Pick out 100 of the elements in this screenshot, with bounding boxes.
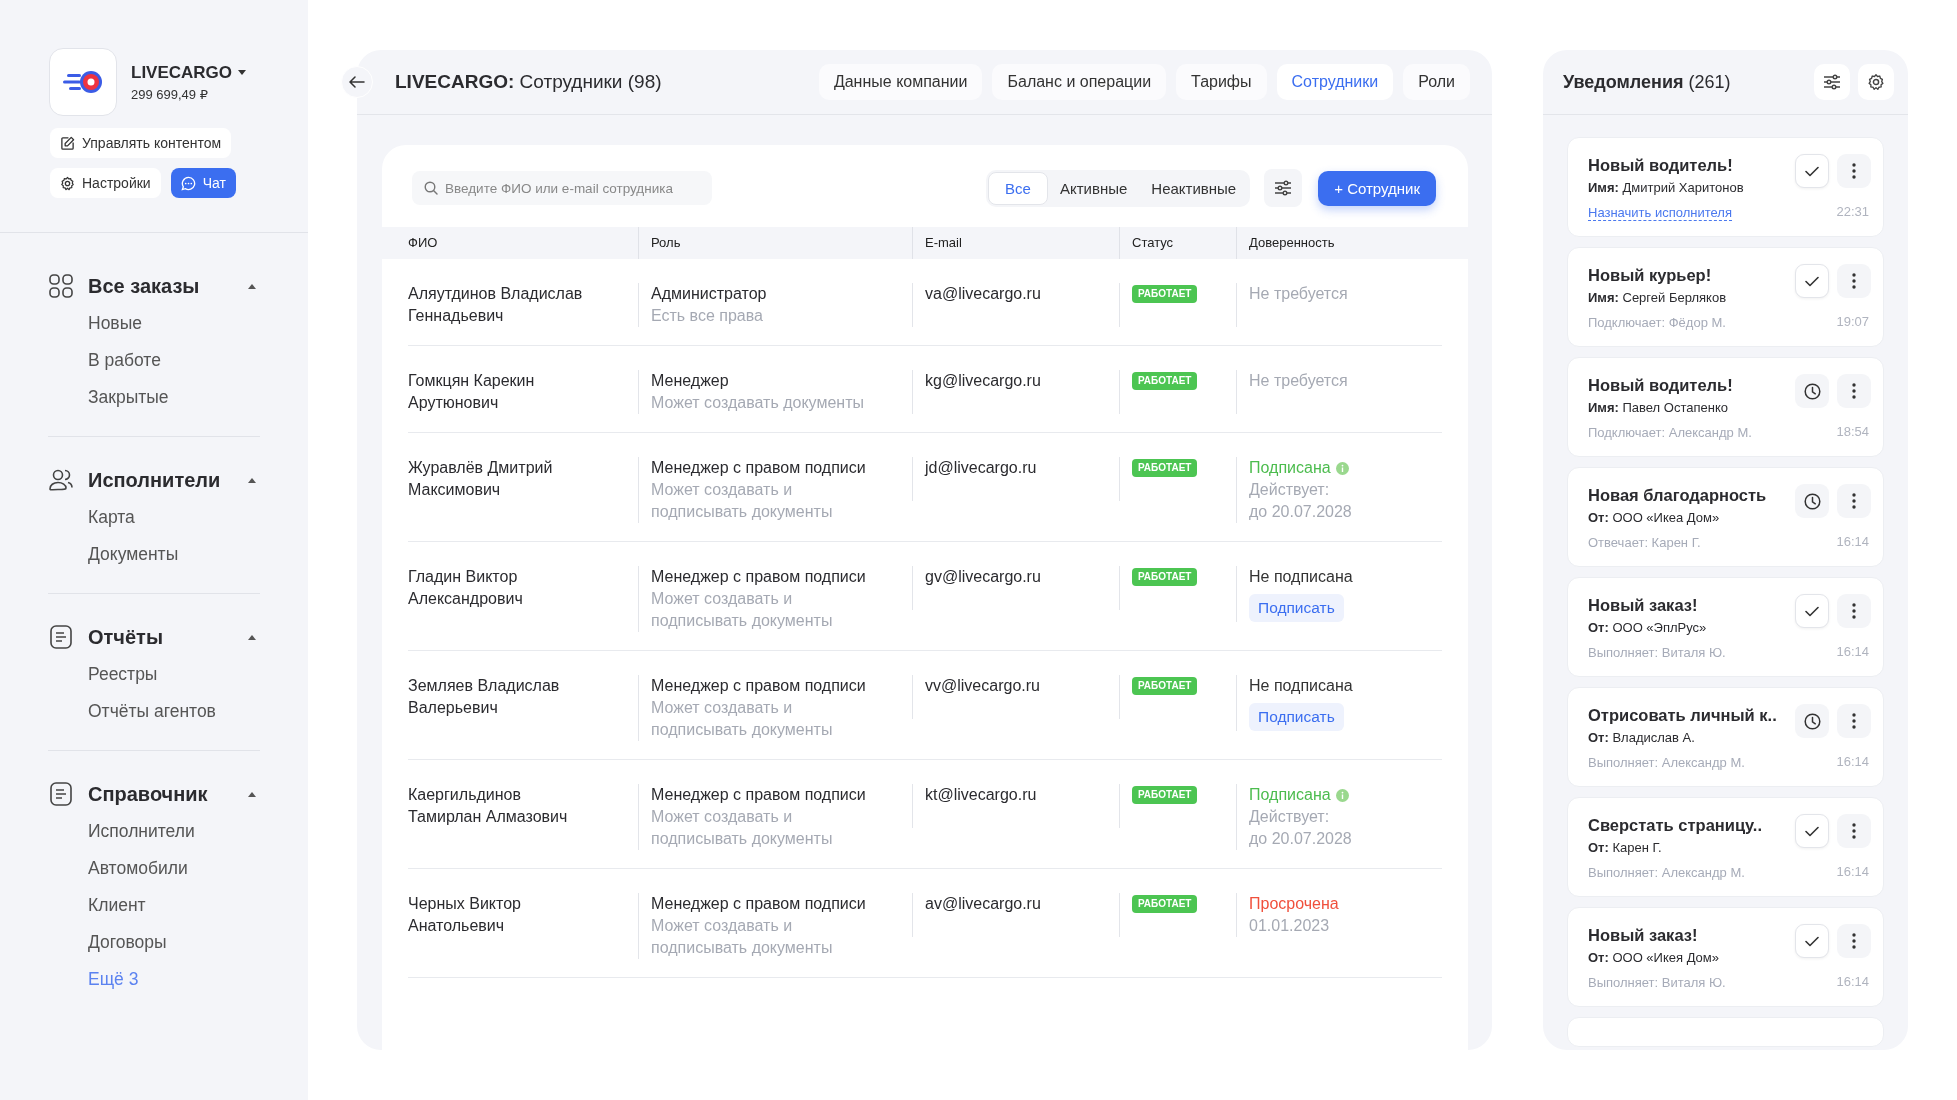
caret-icon[interactable] <box>248 477 256 483</box>
nav-group-title[interactable]: Исполнители <box>88 468 234 492</box>
sign-button[interactable]: Подписать <box>1249 703 1344 731</box>
employee-name: Черных Виктор Анатольевич <box>408 894 522 936</box>
more-icon <box>1852 383 1856 399</box>
nav-item[interactable]: Клиент <box>88 887 146 924</box>
employee-name: Земляев Владислав Валерьевич <box>408 676 561 718</box>
done-button[interactable] <box>1795 924 1829 958</box>
done-button[interactable] <box>1795 814 1829 848</box>
clock-button[interactable] <box>1795 374 1829 408</box>
tab[interactable]: Тарифы <box>1176 64 1267 100</box>
caret-icon[interactable] <box>248 283 256 289</box>
column-header[interactable]: ФИО <box>408 227 638 259</box>
tab[interactable]: Сотрудники <box>1276 64 1394 100</box>
status-badge: РАБОТАЕТ <box>1132 459 1198 477</box>
edit-content-button[interactable]: Управлять контентом <box>50 128 232 158</box>
email: kg@livecargo.ru <box>925 371 1041 391</box>
notification-detail: Имя: Дмитрий Харитонов <box>1588 180 1744 195</box>
notification-card[interactable]: Сверстать страницу.. От: Карен Г. Выполняет: Александр М. 16:14 <box>1567 797 1884 897</box>
role-description: Может создавать и подписывать документы <box>651 698 834 740</box>
more-button[interactable] <box>1837 594 1871 628</box>
caret-icon[interactable] <box>238 70 247 75</box>
nav-item[interactable]: Реестры <box>88 656 158 693</box>
tab[interactable]: Данные компании <box>818 64 983 100</box>
status-badge: РАБОТАЕТ <box>1132 285 1198 303</box>
notification-title: Новый заказ! <box>1588 925 1698 946</box>
notification-title: Новый курьер! <box>1588 265 1712 286</box>
role-name: Менеджер с правом подписи <box>651 567 866 587</box>
filter-option[interactable]: Активные <box>1047 171 1140 205</box>
done-button[interactable] <box>1795 154 1829 188</box>
email: vv@livecargo.ru <box>925 676 1040 696</box>
notification-card[interactable]: Новый заказ! От: ООО «ЭплРус» Выполняет: Виталя Ю. 16:14 <box>1567 577 1884 677</box>
notification-card[interactable]: Отрисовать личный к.. От: Владислав А. Выполняет: Александр М. 16:14 <box>1567 687 1884 787</box>
caret-icon[interactable] <box>248 634 256 640</box>
role-description: Может создавать и подписывать документы <box>651 807 834 849</box>
notification-detail: От: Владислав А. <box>1588 730 1695 745</box>
chat-button[interactable]: Чат <box>170 168 236 198</box>
clock-button[interactable] <box>1795 704 1829 738</box>
more-button[interactable] <box>1837 484 1871 518</box>
notification-card[interactable]: Новая благодарность От: ООО «Икеа Дом» Отвечает: Карен Г. 16:14 <box>1567 467 1884 567</box>
filter-settings-button[interactable] <box>1264 169 1303 207</box>
more-button[interactable] <box>1837 814 1871 848</box>
role-name: Менеджер с правом подписи <box>651 785 866 805</box>
proxy-validity: Действует: <box>1249 807 1330 827</box>
nav-item[interactable]: Документы <box>88 536 179 573</box>
nav-item[interactable]: Автомобили <box>88 850 188 887</box>
nav-item[interactable]: Договоры <box>88 924 167 961</box>
nav-item[interactable]: Новые <box>88 305 142 342</box>
filter-settings-button[interactable] <box>1814 64 1850 100</box>
settings-icon <box>60 175 75 191</box>
more-icon <box>1852 933 1856 949</box>
nav-group-title[interactable]: Отчёты <box>88 625 234 649</box>
done-button[interactable] <box>1795 594 1829 628</box>
column-header[interactable]: E-mail <box>912 227 1119 259</box>
filter-option[interactable]: Неактивные <box>1139 171 1249 205</box>
column-header[interactable]: Статус <box>1119 227 1236 259</box>
settings-button[interactable] <box>1858 64 1894 100</box>
nav-item[interactable]: В работе <box>88 342 161 379</box>
column-header[interactable]: Доверенность <box>1236 227 1442 259</box>
caret-icon[interactable] <box>248 791 256 797</box>
more-icon <box>1852 713 1856 729</box>
notification-card[interactable]: Новый заказ! От: ООО «Икея Дом» Выполняет: Виталя Ю. 16:14 <box>1567 907 1884 1007</box>
clock-icon <box>1803 492 1821 510</box>
settings-button[interactable]: Настройки <box>50 168 161 198</box>
status-badge: РАБОТАЕТ <box>1132 677 1198 695</box>
add-employee-button[interactable]: + Сотрудник <box>1318 170 1436 206</box>
more-button[interactable] <box>1837 924 1871 958</box>
notification-card[interactable]: Новый водитель! Имя: Дмитрий Харитонов Назначить исполнителя 22:31 <box>1567 137 1884 237</box>
done-button[interactable] <box>1795 264 1829 298</box>
nav-item[interactable]: Отчёты агентов <box>88 693 216 730</box>
more-button[interactable] <box>1837 264 1871 298</box>
proxy-status: Не требуется <box>1249 371 1348 391</box>
document-icon <box>48 781 74 807</box>
assign-link[interactable]: Назначить исполнителя <box>1588 205 1732 221</box>
role-description: Может создавать документы <box>651 393 864 413</box>
sliders-icon <box>1274 180 1293 196</box>
clock-button[interactable] <box>1795 484 1829 518</box>
nav-item[interactable]: Закрытые <box>88 379 169 416</box>
proxy-validity: до 20.07.2028 <box>1249 829 1352 849</box>
notification-card[interactable]: Новый водитель! Имя: Павел Остапенко Подключает: Александр М. 18:54 <box>1567 357 1884 457</box>
more-button[interactable] <box>1837 704 1871 738</box>
more-button[interactable] <box>1837 154 1871 188</box>
company-name: LIVECARGO <box>131 62 233 83</box>
tab[interactable]: Роли <box>1403 64 1470 100</box>
nav-group-title[interactable]: Все заказы <box>88 274 234 298</box>
nav-item[interactable]: Карта <box>88 499 135 536</box>
nav-group-title[interactable]: Справочник <box>88 782 234 806</box>
checkmark-icon <box>1805 935 1819 947</box>
back-button[interactable] <box>341 66 373 98</box>
column-header[interactable]: Роль <box>638 227 912 259</box>
checkmark-icon <box>1805 825 1819 837</box>
role-description: Может создавать и подписывать документы <box>651 589 834 631</box>
nav-item[interactable]: Исполнители <box>88 813 195 850</box>
notification-card[interactable]: Новый курьер! Имя: Сергей Берляков Подключает: Фёдор М. 19:07 <box>1567 247 1884 347</box>
document-icon <box>48 624 74 650</box>
more-button[interactable] <box>1837 374 1871 408</box>
search-field[interactable]: Введите ФИО или e-mail сотрудника <box>412 171 712 205</box>
filter-option[interactable]: Все <box>988 171 1048 205</box>
tab[interactable]: Баланс и операции <box>992 64 1167 100</box>
sign-button[interactable]: Подписать <box>1249 594 1344 622</box>
